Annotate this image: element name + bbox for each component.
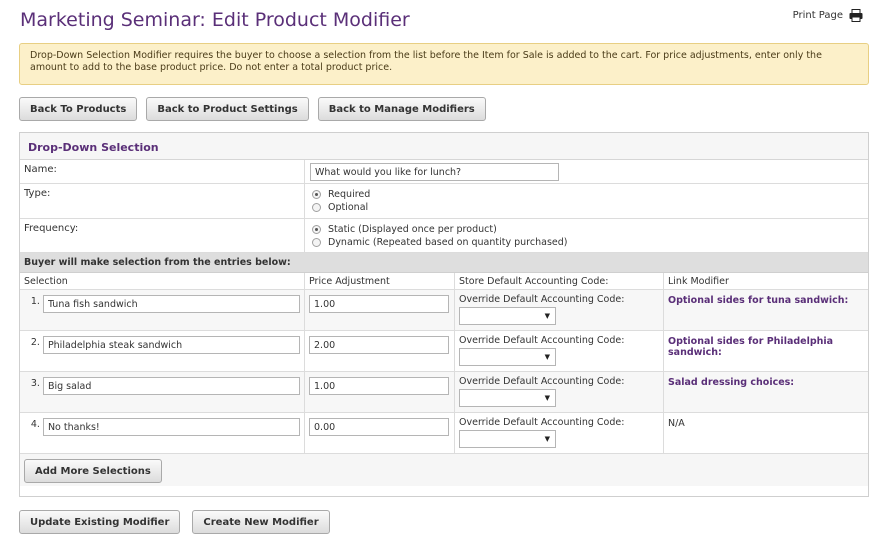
dropdown-arrow-icon: ▼ (544, 312, 550, 320)
link-modifier-link[interactable]: Optional sides for tuna sandwich: (668, 294, 864, 306)
create-new-modifier-button[interactable]: Create New Modifier (192, 510, 330, 534)
back-to-products-button[interactable]: Back To Products (19, 97, 138, 121)
price-adjustment-input[interactable] (309, 295, 449, 313)
override-code-label: Override Default Accounting Code: (459, 335, 625, 346)
name-row: Name: (20, 160, 868, 184)
radio-unselected-icon (312, 203, 321, 212)
selection-number: 3. (30, 378, 40, 389)
print-page-label: Print Page (792, 10, 843, 21)
update-existing-modifier-button[interactable]: Update Existing Modifier (19, 510, 181, 534)
footer-button-row: Update Existing Modifier Create New Modi… (19, 510, 330, 534)
radio-label: Required (328, 189, 371, 200)
price-adjustment-input[interactable] (309, 377, 449, 395)
frequency-dynamic-radio[interactable]: Dynamic (Repeated based on quantity purc… (310, 236, 863, 249)
column-header: Store Default Accounting Code: (455, 273, 664, 289)
radio-label: Optional (328, 202, 369, 213)
radio-label: Dynamic (Repeated based on quantity purc… (328, 237, 568, 248)
dropdown-arrow-icon: ▼ (544, 394, 550, 402)
printer-icon (849, 9, 863, 22)
type-required-radio[interactable]: Required (310, 188, 863, 201)
column-header: Price Adjustment (305, 273, 455, 289)
radio-selected-icon (312, 225, 321, 234)
dropdown-arrow-icon: ▼ (544, 435, 550, 443)
selections-table-header: Selection Price Adjustment Store Default… (20, 273, 868, 290)
type-label: Type: (20, 184, 305, 218)
type-optional-radio[interactable]: Optional (310, 201, 863, 214)
selection-number: 1. (30, 296, 40, 307)
type-row: Type: Required Optional (20, 184, 868, 219)
add-more-row: Add More Selections (20, 454, 868, 486)
drop-down-selection-panel: Drop-Down Selection Name: Type: Required… (19, 132, 869, 497)
selection-row: 1. Override Default Accounting Code: ▼ O… (20, 290, 868, 331)
selection-name-input[interactable] (42, 377, 300, 395)
selection-row: 4. Override Default Accounting Code: ▼ N… (20, 413, 868, 454)
selection-name-input[interactable] (42, 418, 300, 436)
accounting-code-select[interactable]: ▼ (459, 348, 556, 366)
name-input[interactable] (310, 163, 559, 181)
add-more-selections-button[interactable]: Add More Selections (24, 459, 162, 483)
radio-unselected-icon (312, 238, 321, 247)
link-modifier-value: N/A (668, 418, 685, 429)
override-code-label: Override Default Accounting Code: (459, 294, 625, 305)
panel-title: Drop-Down Selection (20, 133, 868, 160)
price-adjustment-input[interactable] (309, 336, 449, 354)
nav-button-row: Back To Products Back to Product Setting… (19, 97, 486, 121)
column-header: Link Modifier (668, 276, 729, 287)
selection-row: 2. Override Default Accounting Code: ▼ O… (20, 331, 868, 372)
override-code-label: Override Default Accounting Code: (459, 376, 625, 387)
column-header: Selection (20, 273, 305, 289)
frequency-label: Frequency: (20, 219, 305, 252)
accounting-code-select[interactable]: ▼ (459, 389, 556, 407)
radio-selected-icon (312, 190, 321, 199)
selection-name-input[interactable] (42, 295, 300, 313)
selections-section-header: Buyer will make selection from the entri… (20, 253, 868, 273)
back-to-manage-modifiers-button[interactable]: Back to Manage Modifiers (317, 97, 486, 121)
dropdown-arrow-icon: ▼ (544, 353, 550, 361)
link-modifier-link[interactable]: Optional sides for Philadelphia sandwich… (668, 335, 864, 358)
back-to-product-settings-button[interactable]: Back to Product Settings (146, 97, 309, 121)
radio-label: Static (Displayed once per product) (328, 224, 497, 235)
selection-row: 3. Override Default Accounting Code: ▼ S… (20, 372, 868, 413)
frequency-static-radio[interactable]: Static (Displayed once per product) (310, 223, 863, 236)
frequency-row: Frequency: Static (Displayed once per pr… (20, 219, 868, 253)
print-page-link[interactable]: Print Page (793, 9, 863, 22)
selection-number: 2. (30, 337, 40, 348)
accounting-code-select[interactable]: ▼ (459, 307, 556, 325)
name-label: Name: (20, 160, 305, 183)
selection-number: 4. (30, 419, 40, 430)
link-modifier-link[interactable]: Salad dressing choices: (668, 376, 864, 388)
override-code-label: Override Default Accounting Code: (459, 417, 625, 428)
accounting-code-select[interactable]: ▼ (459, 430, 556, 448)
price-adjustment-input[interactable] (309, 418, 449, 436)
selection-name-input[interactable] (42, 336, 300, 354)
page-title: Marketing Seminar: Edit Product Modifier (20, 9, 410, 31)
info-notice: Drop-Down Selection Modifier requires th… (19, 43, 869, 85)
